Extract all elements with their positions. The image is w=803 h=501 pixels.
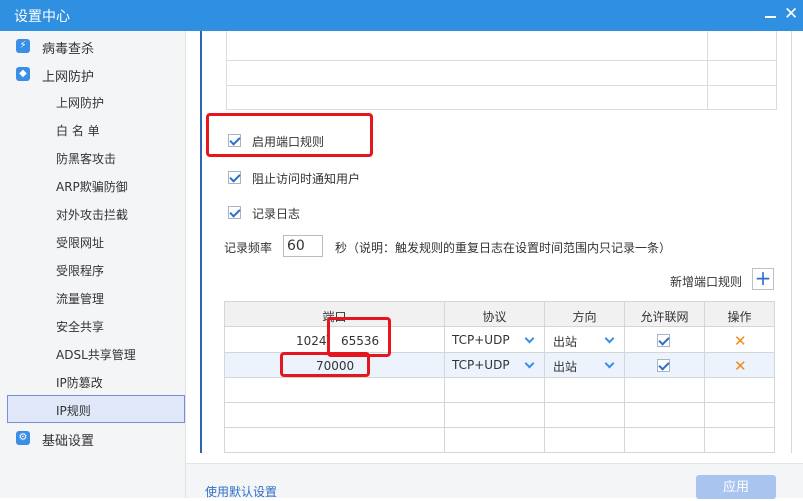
- sidebar-item-arp-defense[interactable]: ARP欺骗防御: [7, 171, 185, 199]
- sidebar-item-label: ARP欺骗防御: [56, 180, 128, 194]
- sidebar-item-restricted-programs[interactable]: 受限程序: [7, 255, 185, 283]
- ip-rule-table-top: [226, 31, 777, 110]
- sidebar-item-label: 白 名 单: [56, 124, 100, 138]
- use-default-settings-link[interactable]: 使用默认设置: [205, 483, 277, 500]
- column-header-action: 操作: [727, 310, 752, 324]
- highlight-box: [206, 113, 373, 157]
- sidebar-item-label: 流量管理: [56, 292, 105, 306]
- sidebar-item-ip-tamper[interactable]: IP防篡改: [7, 367, 185, 395]
- sidebar-item-label: 上网防护: [56, 96, 105, 110]
- table-row-line: [227, 85, 776, 86]
- delete-icon[interactable]: ✕: [734, 357, 747, 375]
- protocol-select[interactable]: TCP+UDP: [452, 358, 510, 372]
- allow-network-checkbox[interactable]: [657, 359, 670, 372]
- sidebar-category-basic-settings[interactable]: ⚙ 基础设置: [0, 424, 185, 452]
- table-row-line: [225, 377, 774, 378]
- sidebar-category-virus-scan[interactable]: ⚡ 病毒查杀: [0, 32, 185, 60]
- port-rules-table: 端口 协议 方向 允许联网 操作 1024 - 65536 TCP+UDP 出站…: [224, 301, 775, 453]
- highlight-box: [327, 317, 391, 357]
- title-bar: 设置中心 ✕: [0, 0, 803, 31]
- lightning-icon: ⚡: [16, 39, 30, 53]
- sidebar-category-web-protection[interactable]: ◆ 上网防护: [0, 60, 185, 88]
- sidebar-item-traffic[interactable]: 流量管理: [7, 283, 185, 311]
- sidebar-item-adsl-share[interactable]: ADSL共享管理: [7, 339, 185, 367]
- sidebar-item-label: 安全共享: [56, 320, 105, 334]
- footer: 使用默认设置 应用: [186, 463, 803, 500]
- sidebar-item-label: 受限程序: [56, 264, 105, 278]
- column-header-direction: 方向: [572, 310, 597, 324]
- gear-icon: ⚙: [16, 431, 30, 445]
- notify-user-label: 阻止访问时通知用户: [252, 172, 361, 186]
- sidebar-category-label: 病毒查杀: [42, 42, 95, 57]
- sidebar-item-label: IP规则: [56, 404, 91, 418]
- window-title: 设置中心: [14, 9, 70, 25]
- sidebar-item-outbound-attack[interactable]: 对外攻击拦截: [7, 199, 185, 227]
- sidebar-item-restricted-urls[interactable]: 受限网址: [7, 227, 185, 255]
- port-start-value[interactable]: 1024: [296, 334, 327, 348]
- chevron-down-icon[interactable]: [604, 333, 615, 344]
- allow-network-checkbox[interactable]: [657, 334, 670, 347]
- chevron-down-icon[interactable]: [524, 333, 535, 344]
- main-content: 启用端口规则 阻止访问时通知用户 记录日志 记录频率 秒（说明：触发规则的重复日…: [186, 31, 803, 500]
- sidebar-category-label: 上网防护: [42, 70, 95, 85]
- sidebar-item-anti-hacker[interactable]: 防黑客攻击: [7, 143, 185, 171]
- sidebar-item-ip-rules[interactable]: IP规则: [7, 395, 185, 423]
- sidebar-item-label: IP防篡改: [56, 376, 103, 390]
- notify-user-checkbox[interactable]: [228, 171, 241, 184]
- sidebar-item-label: 防黑客攻击: [56, 152, 117, 166]
- delete-icon[interactable]: ✕: [734, 332, 747, 350]
- add-port-rule-label: 新增端口规则: [670, 275, 743, 289]
- highlight-box: [280, 352, 370, 377]
- table-col-line: [707, 31, 708, 109]
- frequency-note: 秒（说明：触发规则的重复日志在设置时间范围内只记录一条）: [335, 241, 672, 255]
- direction-select[interactable]: 出站: [553, 358, 577, 375]
- sidebar: ⚡ 病毒查杀 ◆ 上网防护 上网防护 白 名 单 防黑客攻击 ARP欺骗防御 对…: [0, 31, 186, 498]
- sidebar-item-label: ADSL共享管理: [56, 348, 136, 362]
- log-checkbox[interactable]: [228, 206, 241, 219]
- sidebar-item-whitelist[interactable]: 白 名 单: [7, 115, 185, 143]
- minimize-button[interactable]: [760, 0, 782, 31]
- column-header-protocol: 协议: [482, 310, 507, 324]
- sidebar-item-label: 受限网址: [56, 236, 105, 250]
- column-header-allow: 允许联网: [640, 310, 689, 324]
- log-label: 记录日志: [252, 207, 301, 221]
- sidebar-item-web-protection[interactable]: 上网防护: [7, 87, 185, 115]
- protocol-select[interactable]: TCP+UDP: [452, 333, 510, 347]
- table-row-line: [225, 427, 774, 428]
- add-port-rule-button[interactable]: +: [752, 268, 774, 290]
- sidebar-category-label: 基础设置: [42, 434, 95, 449]
- apply-button[interactable]: 应用: [696, 475, 776, 499]
- table-row-line: [227, 60, 776, 61]
- sidebar-item-safe-share[interactable]: 安全共享: [7, 311, 185, 339]
- close-button[interactable]: ✕: [784, 4, 798, 24]
- sidebar-item-label: 对外攻击拦截: [56, 208, 129, 222]
- shield-icon: ◆: [16, 67, 30, 81]
- frequency-label: 记录频率: [224, 241, 273, 255]
- table-row-line: [225, 402, 774, 403]
- frequency-input[interactable]: [283, 235, 323, 257]
- direction-select[interactable]: 出站: [553, 333, 577, 350]
